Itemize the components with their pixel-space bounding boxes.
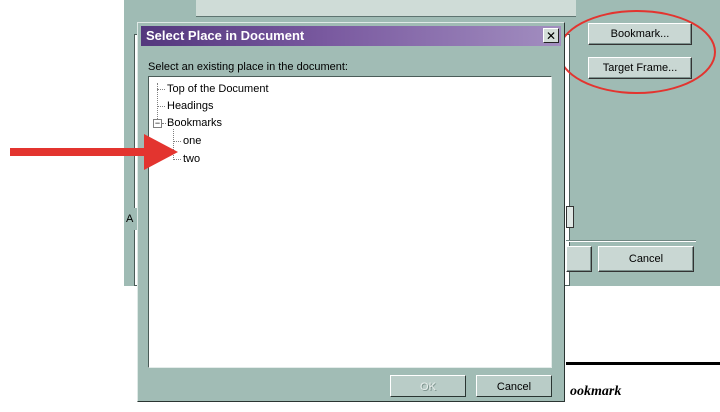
red-arrow-icon xyxy=(10,134,178,170)
prompt-label: Select an existing place in the document… xyxy=(148,61,348,73)
arrow-shaft xyxy=(10,148,148,156)
close-icon[interactable]: ✕ xyxy=(543,28,559,43)
tree-branch xyxy=(157,106,165,107)
parent-address-label: A xyxy=(124,208,138,230)
tree-item-bookmark-two[interactable]: two xyxy=(183,152,200,166)
parent-separator xyxy=(566,240,696,242)
select-place-dialog: Select Place in Document ✕ Select an exi… xyxy=(137,22,565,402)
tree-item-bookmark-one[interactable]: one xyxy=(183,134,201,148)
parent-toolbar-strip xyxy=(196,0,576,17)
dialog-title: Select Place in Document xyxy=(146,28,305,43)
document-heading-fragment: ookmark xyxy=(570,384,622,399)
parent-ok-button-edge[interactable] xyxy=(566,246,592,272)
bookmark-button[interactable]: Bookmark... xyxy=(588,23,692,45)
parent-cancel-button[interactable]: Cancel xyxy=(598,246,694,272)
title-bar[interactable]: Select Place in Document ✕ xyxy=(141,26,561,46)
tree-item-top-of-document[interactable]: Top of the Document xyxy=(167,82,269,96)
tree-branch xyxy=(162,123,166,124)
ok-button[interactable]: OK xyxy=(390,375,466,397)
document-rule xyxy=(566,362,720,365)
parent-field-edge xyxy=(566,206,574,228)
tree-expander-icon[interactable]: − xyxy=(153,119,162,128)
tree-branch xyxy=(157,89,165,90)
tree-item-headings[interactable]: Headings xyxy=(167,99,213,113)
cancel-button[interactable]: Cancel xyxy=(476,375,552,397)
tree-item-bookmarks[interactable]: Bookmarks xyxy=(167,116,222,130)
document-place-tree[interactable]: Top of the Document Headings − Bookmarks… xyxy=(148,76,552,368)
target-frame-button[interactable]: Target Frame... xyxy=(588,57,692,79)
arrow-head xyxy=(144,134,178,170)
